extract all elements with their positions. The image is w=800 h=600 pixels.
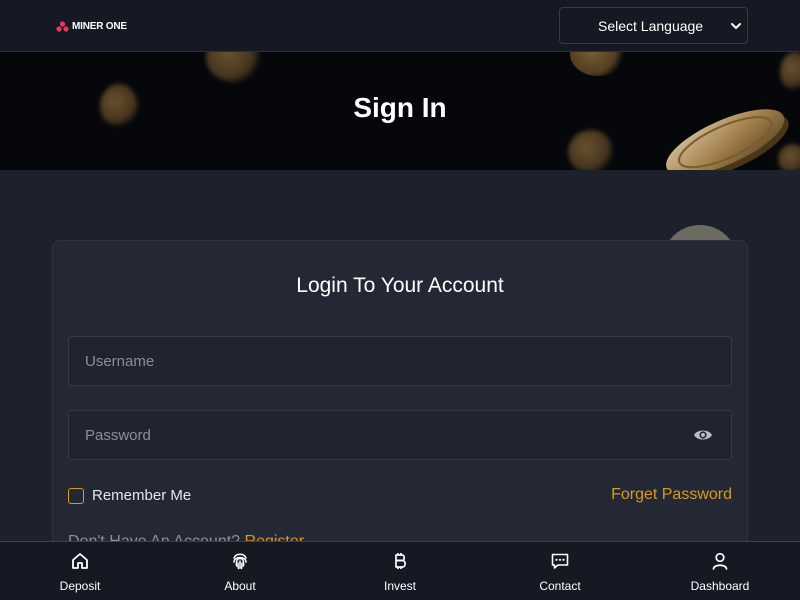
nav-item-contact[interactable]: Contact <box>480 542 640 600</box>
username-placeholder: Username <box>85 352 155 370</box>
page-banner: Sign In <box>0 52 800 170</box>
nav-item-invest[interactable]: Invest <box>320 542 480 600</box>
remember-checkbox[interactable] <box>68 487 84 504</box>
bitcoin-icon <box>389 550 411 572</box>
remember-me[interactable]: Remember Me <box>68 487 191 504</box>
coin-decoration <box>570 52 626 76</box>
password-placeholder: Password <box>85 426 151 444</box>
user-icon <box>709 550 731 572</box>
language-select[interactable]: Select Language <box>559 7 748 44</box>
coin-decoration <box>780 52 800 92</box>
forget-password-link[interactable]: Forget Password <box>611 486 732 504</box>
username-field[interactable]: Username <box>68 336 732 386</box>
nav-item-dashboard[interactable]: Dashboard <box>640 542 800 600</box>
nav-label-dashboard: Dashboard <box>690 579 750 593</box>
nav-label-about: About <box>224 579 256 593</box>
chat-icon <box>549 550 571 572</box>
remember-label: Remember Me <box>92 487 192 504</box>
nav-item-about[interactable]: About <box>160 542 320 600</box>
nav-label-deposit: Deposit <box>59 579 101 593</box>
fingerprint-icon <box>229 550 251 572</box>
chevron-down-icon <box>731 23 741 29</box>
logo[interactable]: MINER ONE <box>56 18 127 34</box>
login-title: Login To Your Account <box>296 274 504 297</box>
language-select-value: Select Language <box>598 17 704 34</box>
coin-decoration <box>206 52 262 82</box>
eye-icon[interactable] <box>693 427 713 443</box>
nav-label-invest: Invest <box>383 579 416 593</box>
page-title: Sign In <box>353 92 447 123</box>
password-field[interactable]: Password <box>68 410 732 460</box>
coin-decoration <box>568 130 614 170</box>
nav-item-deposit[interactable]: Deposit <box>0 542 160 600</box>
top-header: MINER ONE Select Language <box>0 0 800 52</box>
logo-text: MINER ONE <box>72 20 127 32</box>
nav-label-contact: Contact <box>539 579 581 593</box>
home-icon <box>69 550 91 572</box>
logo-icon <box>56 20 69 32</box>
bottom-nav: Deposit About Invest Contact Dashboard <box>0 541 800 600</box>
